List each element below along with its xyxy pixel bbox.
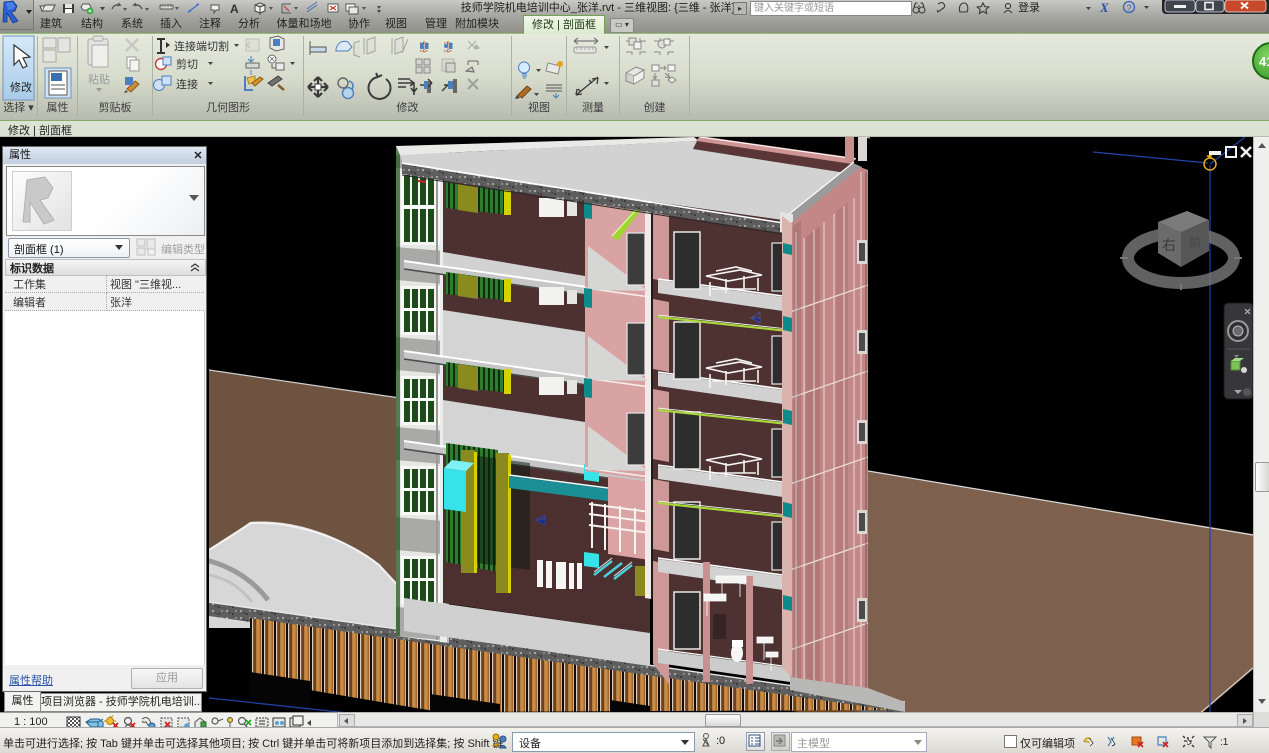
svg-text:剪切: 剪切 <box>176 57 198 71</box>
svg-text:修改: 修改 <box>10 80 32 94</box>
svg-text:粘贴: 粘贴 <box>88 72 110 86</box>
svg-text:前: 前 <box>1189 235 1201 250</box>
svg-text:右: 右 <box>1162 237 1176 253</box>
svg-text:连接: 连接 <box>176 78 198 91</box>
svg-text:登录: 登录 <box>1018 0 1040 14</box>
svg-text:A: A <box>230 2 239 16</box>
svg-text:连接端切割: 连接端切割 <box>174 39 229 53</box>
svg-text:X: X <box>1099 0 1109 15</box>
svg-text:?: ? <box>1127 3 1132 13</box>
